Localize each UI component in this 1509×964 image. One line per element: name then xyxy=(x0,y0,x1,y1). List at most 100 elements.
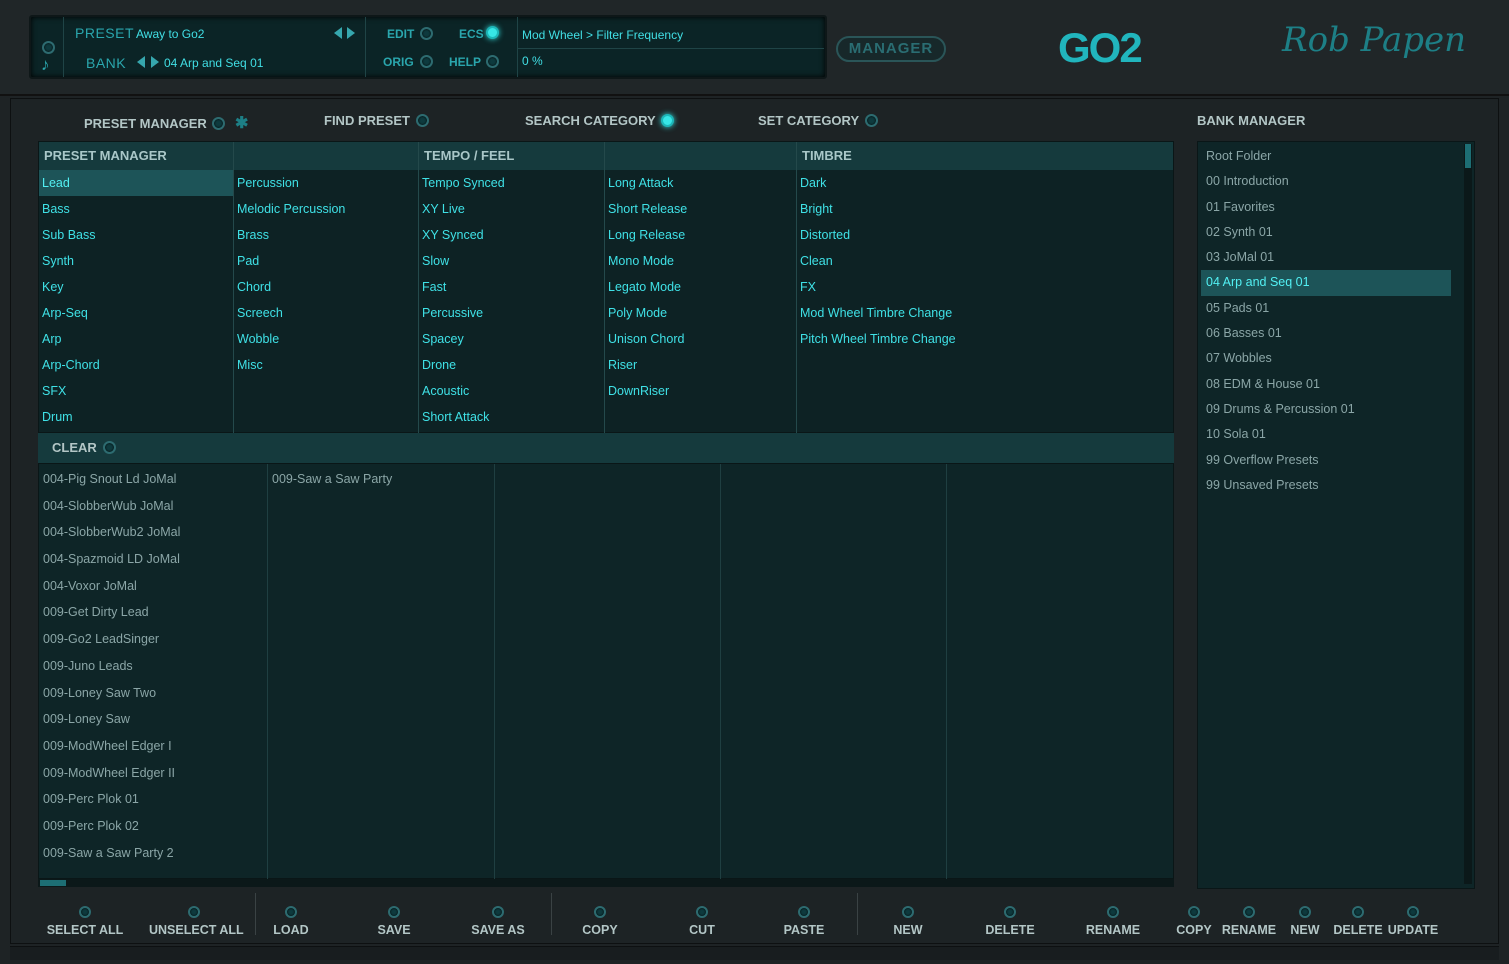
bank-update-button[interactable]: UPDATE xyxy=(1368,906,1458,939)
paste-button[interactable]: PASTE xyxy=(759,906,849,939)
bank-item[interactable]: 06 Basses 01 xyxy=(1201,321,1451,346)
unselect-all-button[interactable]: UNSELECT ALL xyxy=(149,906,244,939)
category-item[interactable]: Sub Bass xyxy=(39,222,233,248)
preset-item[interactable]: 004-SlobberWub2 JoMal xyxy=(39,519,267,546)
category-item[interactable]: Short Attack xyxy=(419,404,604,430)
category-item[interactable]: Slow xyxy=(419,248,604,274)
power-led-icon[interactable] xyxy=(42,41,55,54)
preset-item[interactable]: 009-Saw a Saw Party xyxy=(268,466,494,493)
category-item[interactable]: Clean xyxy=(797,248,1173,274)
rename-button[interactable]: RENAME xyxy=(1068,906,1158,939)
delete-button[interactable]: DELETE xyxy=(965,906,1055,939)
preset-manager-led-icon[interactable] xyxy=(212,117,226,130)
preset-item[interactable]: 009-ModWheel Edger II xyxy=(39,760,267,787)
preset-item[interactable]: 009-Juno Leads xyxy=(39,653,267,680)
category-item[interactable]: Legato Mode xyxy=(605,274,796,300)
category-item[interactable]: Long Attack xyxy=(605,170,796,196)
preset-item[interactable]: 009-ModWheel Edger I xyxy=(39,733,267,760)
category-item[interactable]: Brass xyxy=(234,222,418,248)
bank-item[interactable]: 00 Introduction xyxy=(1201,169,1451,194)
gear-icon[interactable]: ✱ xyxy=(235,115,248,132)
preset-name[interactable]: Away to Go2 xyxy=(136,27,204,41)
select-all-button[interactable]: SELECT ALL xyxy=(40,906,130,939)
preset-item[interactable]: 004-SlobberWub JoMal xyxy=(39,493,267,520)
preset-item[interactable]: 004-Voxor JoMal xyxy=(39,573,267,600)
category-item[interactable]: Drone xyxy=(419,352,604,378)
edit-led-button[interactable] xyxy=(420,27,433,40)
category-item[interactable]: Pad xyxy=(234,248,418,274)
category-item[interactable]: Riser xyxy=(605,352,796,378)
preset-item[interactable]: 009-Saw a Saw Party 2 xyxy=(39,840,267,867)
category-item[interactable]: Key xyxy=(39,274,233,300)
tab-find-preset[interactable]: FIND PRESET xyxy=(324,113,429,128)
category-item[interactable]: Mod Wheel Timbre Change xyxy=(797,300,1173,326)
clear-led-icon[interactable] xyxy=(103,441,117,454)
category-item[interactable]: Bright xyxy=(797,196,1173,222)
category-item[interactable]: XY Live xyxy=(419,196,604,222)
category-item[interactable]: Melodic Percussion xyxy=(234,196,418,222)
category-item[interactable]: Acoustic xyxy=(419,378,604,404)
category-item[interactable]: Mono Mode xyxy=(605,248,796,274)
tab-set-category[interactable]: SET CATEGORY xyxy=(758,113,878,128)
horizontal-scrollbar[interactable] xyxy=(38,879,1174,887)
find-preset-led-icon[interactable] xyxy=(415,114,429,127)
save-button[interactable]: SAVE xyxy=(349,906,439,939)
category-item[interactable]: Short Release xyxy=(605,196,796,222)
orig-led-button[interactable] xyxy=(420,55,433,68)
category-item[interactable]: SFX xyxy=(39,378,233,404)
category-item[interactable]: Unison Chord xyxy=(605,326,796,352)
bank-next-arrow-icon[interactable] xyxy=(151,56,159,68)
category-item[interactable]: Distorted xyxy=(797,222,1173,248)
category-item[interactable]: Spacey xyxy=(419,326,604,352)
category-item[interactable]: Bass xyxy=(39,196,233,222)
category-item[interactable]: Fast xyxy=(419,274,604,300)
preset-item[interactable]: 009-Perc Plok 01 xyxy=(39,786,267,813)
bank-item[interactable]: 07 Wobbles xyxy=(1201,346,1451,371)
clear-button[interactable]: CLEAR xyxy=(38,433,1174,463)
scrollbar-thumb[interactable] xyxy=(1465,144,1471,168)
preset-item[interactable]: 009-Go2 LeadSinger xyxy=(39,626,267,653)
category-item[interactable]: Percussive xyxy=(419,300,604,326)
new-button[interactable]: NEW xyxy=(863,906,953,939)
category-item[interactable]: Pitch Wheel Timbre Change xyxy=(797,326,1173,352)
bank-name[interactable]: 04 Arp and Seq 01 xyxy=(164,56,263,70)
tab-preset-manager[interactable]: PRESET MANAGER ✱ xyxy=(84,113,248,133)
category-item[interactable]: Drum xyxy=(39,404,233,430)
category-item[interactable]: Arp-Seq xyxy=(39,300,233,326)
category-item[interactable]: Lead xyxy=(39,170,233,196)
bank-item[interactable]: 04 Arp and Seq 01 xyxy=(1201,270,1451,296)
preset-item[interactable]: 009-Loney Saw Two xyxy=(39,680,267,707)
preset-prev-arrow-icon[interactable] xyxy=(334,27,342,39)
preset-item[interactable]: 009-Perc Plok 02 xyxy=(39,813,267,840)
ecs-led-button[interactable] xyxy=(486,26,499,39)
set-category-led-icon[interactable] xyxy=(864,114,878,127)
bank-item[interactable]: 08 EDM & House 01 xyxy=(1201,372,1451,397)
bank-item[interactable]: 99 Unsaved Presets xyxy=(1201,473,1451,498)
bank-item[interactable]: 05 Pads 01 xyxy=(1201,296,1451,321)
category-item[interactable]: FX xyxy=(797,274,1173,300)
category-item[interactable]: Misc xyxy=(234,352,418,378)
preset-next-arrow-icon[interactable] xyxy=(347,27,355,39)
preset-item[interactable]: 004-Pig Snout Ld JoMal xyxy=(39,466,267,493)
category-item[interactable]: Tempo Synced xyxy=(419,170,604,196)
bank-item[interactable]: 01 Favorites xyxy=(1201,195,1451,220)
scrollbar-thumb[interactable] xyxy=(40,880,66,886)
category-item[interactable]: DownRiser xyxy=(605,378,796,404)
preset-item[interactable]: 009-Loney Saw xyxy=(39,706,267,733)
bank-item[interactable]: Root Folder xyxy=(1201,144,1451,169)
category-item[interactable]: Arp xyxy=(39,326,233,352)
search-category-led-icon[interactable] xyxy=(661,114,675,127)
save-as-button[interactable]: SAVE AS xyxy=(453,906,543,939)
category-item[interactable]: Poly Mode xyxy=(605,300,796,326)
category-item[interactable]: Chord xyxy=(234,274,418,300)
category-item[interactable]: Wobble xyxy=(234,326,418,352)
category-item[interactable]: Dark xyxy=(797,170,1173,196)
category-item[interactable]: Screech xyxy=(234,300,418,326)
bank-item[interactable]: 02 Synth 01 xyxy=(1201,220,1451,245)
category-item[interactable]: Percussion xyxy=(234,170,418,196)
midi-note-icon[interactable]: ♪ xyxy=(41,55,50,75)
manager-button[interactable]: MANAGER xyxy=(836,36,946,62)
category-item[interactable]: XY Synced xyxy=(419,222,604,248)
bank-item[interactable]: 03 JoMal 01 xyxy=(1201,245,1451,270)
bank-prev-arrow-icon[interactable] xyxy=(137,56,145,68)
